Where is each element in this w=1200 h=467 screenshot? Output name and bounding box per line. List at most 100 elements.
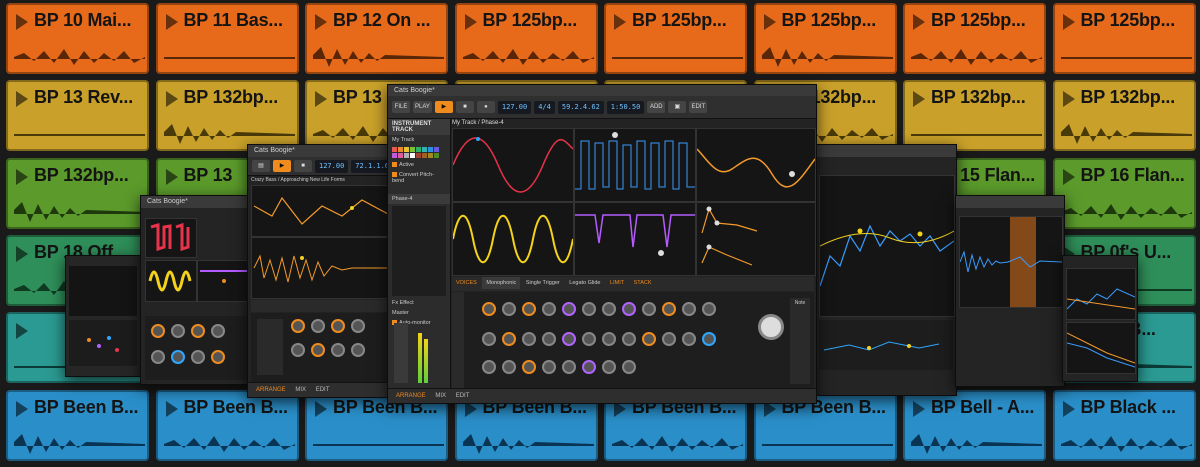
clip-play-icon[interactable] bbox=[165, 14, 178, 30]
knob[interactable] bbox=[171, 350, 185, 364]
stop-button[interactable]: ■ bbox=[294, 160, 312, 172]
color-swatch[interactable] bbox=[410, 147, 415, 152]
clip-slot[interactable]: BP 13 Rev... bbox=[6, 80, 149, 152]
color-swatch[interactable] bbox=[428, 153, 433, 158]
file-button[interactable]: FILE bbox=[392, 101, 410, 113]
add-button[interactable]: ADD bbox=[647, 101, 666, 113]
knob[interactable] bbox=[351, 319, 365, 333]
legato-button[interactable]: Legato Glide bbox=[565, 277, 604, 289]
knob[interactable] bbox=[502, 360, 516, 374]
clip-slot[interactable]: BP 12 On ... bbox=[305, 3, 448, 74]
position-display[interactable]: 59.2.4.62 bbox=[557, 100, 604, 114]
knob[interactable] bbox=[331, 343, 345, 357]
clip-slot[interactable]: BP Been B... bbox=[6, 389, 149, 461]
device-header[interactable] bbox=[452, 292, 464, 389]
clip-play-icon[interactable] bbox=[763, 14, 776, 30]
time-display[interactable]: 1:50.50 bbox=[606, 100, 645, 114]
knob[interactable] bbox=[662, 302, 676, 316]
clip-slot[interactable]: BP 132bp... bbox=[1052, 80, 1196, 152]
knob[interactable] bbox=[582, 302, 596, 316]
signature-display[interactable]: 4/4 bbox=[534, 100, 555, 114]
tempo-display[interactable]: 127.00 bbox=[497, 100, 532, 114]
knob[interactable] bbox=[311, 319, 325, 333]
knob[interactable] bbox=[311, 343, 325, 357]
color-swatch[interactable] bbox=[392, 147, 397, 152]
fader[interactable] bbox=[394, 323, 408, 383]
knob[interactable] bbox=[211, 324, 225, 338]
clip-play-icon[interactable] bbox=[913, 14, 925, 30]
knob[interactable] bbox=[542, 332, 556, 346]
knob[interactable] bbox=[522, 332, 536, 346]
glide-knob[interactable] bbox=[502, 302, 516, 316]
clip-play-icon[interactable] bbox=[16, 91, 28, 108]
record-button[interactable]: ● bbox=[476, 101, 495, 113]
knob[interactable] bbox=[642, 332, 656, 346]
track-name[interactable]: My Track bbox=[388, 135, 450, 145]
knob[interactable] bbox=[522, 302, 536, 316]
active-toggle[interactable]: Active bbox=[388, 160, 450, 170]
clip-play-icon[interactable] bbox=[165, 91, 178, 108]
clip-slot[interactable]: BP Bell - A... bbox=[903, 389, 1046, 461]
knob[interactable] bbox=[542, 302, 556, 316]
fx-effect[interactable]: Fx Effect bbox=[388, 298, 450, 308]
knob[interactable] bbox=[522, 360, 536, 374]
play-button[interactable]: ▶ bbox=[273, 160, 291, 172]
color-swatch[interactable] bbox=[416, 153, 421, 158]
edit-button[interactable]: EDIT bbox=[689, 101, 708, 113]
color-swatch[interactable] bbox=[404, 153, 409, 158]
knob[interactable] bbox=[702, 332, 716, 346]
knob[interactable] bbox=[151, 350, 165, 364]
knob[interactable] bbox=[582, 360, 596, 374]
stop-button[interactable]: ■ bbox=[455, 101, 474, 113]
knob[interactable] bbox=[542, 360, 556, 374]
clip-slot[interactable]: BP 11 Bas... bbox=[155, 3, 299, 74]
clip-play-icon[interactable] bbox=[913, 91, 925, 108]
edit-tab[interactable]: EDIT bbox=[316, 387, 330, 393]
color-swatch[interactable] bbox=[416, 147, 421, 152]
knob[interactable] bbox=[642, 302, 656, 316]
clip-slot[interactable]: BP 125bp... bbox=[604, 3, 747, 74]
clip-play-icon[interactable] bbox=[464, 14, 477, 30]
knob[interactable] bbox=[682, 302, 696, 316]
clip-slot[interactable]: BP 125bp... bbox=[1052, 3, 1196, 74]
step-sequencer[interactable] bbox=[257, 319, 283, 375]
filter-cutoff-knob[interactable] bbox=[758, 314, 784, 340]
pitch-knob[interactable] bbox=[482, 302, 496, 316]
clip-play-icon[interactable] bbox=[614, 14, 626, 30]
knob[interactable] bbox=[602, 302, 616, 316]
arrange-tab[interactable]: ARRANGE bbox=[256, 387, 286, 393]
clip-play-icon[interactable] bbox=[165, 400, 178, 417]
clip-slot[interactable]: BP Been B... bbox=[155, 389, 299, 461]
clip-play-icon[interactable] bbox=[16, 323, 28, 340]
clip-play-icon[interactable] bbox=[1062, 400, 1075, 417]
clip-slot[interactable]: BP 132bp... bbox=[903, 80, 1046, 152]
clip-slot[interactable]: BP 125bp... bbox=[454, 3, 598, 74]
clip-play-icon[interactable] bbox=[16, 168, 28, 185]
save-button[interactable]: ▣ bbox=[668, 101, 687, 113]
knob[interactable] bbox=[482, 332, 496, 346]
file-button[interactable]: ▤ bbox=[252, 160, 270, 172]
mix-tab[interactable]: MIX bbox=[435, 393, 446, 399]
knob[interactable] bbox=[482, 360, 496, 374]
color-swatch[interactable] bbox=[404, 147, 409, 152]
knob[interactable] bbox=[331, 319, 345, 333]
knob[interactable] bbox=[562, 302, 576, 316]
knob[interactable] bbox=[602, 332, 616, 346]
clip-play-icon[interactable] bbox=[165, 168, 178, 185]
knob[interactable] bbox=[622, 360, 636, 374]
clip-slot[interactable]: BP 125bp... bbox=[753, 3, 897, 74]
clip-play-icon[interactable] bbox=[16, 245, 28, 262]
master-output[interactable]: Master bbox=[388, 308, 450, 318]
color-swatch[interactable] bbox=[398, 147, 403, 152]
color-swatch[interactable] bbox=[410, 153, 415, 158]
knob[interactable] bbox=[602, 360, 616, 374]
clip-slot[interactable]: BP Black ... bbox=[1052, 389, 1196, 461]
clip-slot[interactable]: BP 132bp... bbox=[155, 80, 299, 152]
color-swatches[interactable] bbox=[388, 145, 450, 160]
knob[interactable] bbox=[502, 332, 516, 346]
clip-play-icon[interactable] bbox=[315, 91, 327, 108]
play-button[interactable]: ▶ bbox=[434, 101, 453, 113]
clip-play-icon[interactable] bbox=[1062, 91, 1075, 108]
clip-slot[interactable]: BP 16 Flan... bbox=[1052, 157, 1196, 229]
convert-toggle[interactable]: Convert Pitch-bend bbox=[388, 170, 450, 186]
